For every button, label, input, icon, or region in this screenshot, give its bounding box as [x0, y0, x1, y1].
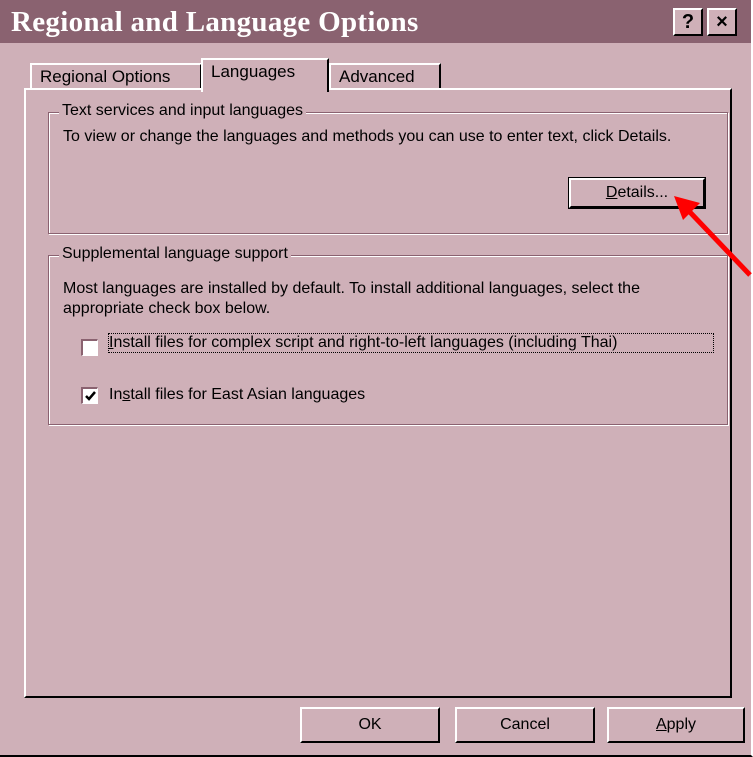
annotation-arrow-icon: [674, 196, 752, 277]
close-button[interactable]: ×: [707, 8, 737, 36]
tab-advanced[interactable]: Advanced: [329, 63, 441, 90]
tab-label: Regional Options: [40, 67, 171, 86]
east-asian-checkbox[interactable]: [81, 387, 98, 404]
east-asian-label[interactable]: Install files for East Asian languages: [109, 386, 365, 404]
cancel-button[interactable]: Cancel: [455, 707, 595, 743]
tab-label: Advanced: [339, 67, 415, 86]
group-legend: Text services and input languages: [59, 102, 307, 120]
supplemental-group: Supplemental language support Most langu…: [48, 245, 728, 425]
ok-button[interactable]: OK: [300, 707, 440, 743]
tab-strip: Regional Options Advanced Languages: [0, 58, 751, 92]
complex-script-label[interactable]: Install files for complex script and rig…: [108, 333, 714, 353]
complex-script-checkbox[interactable]: [81, 339, 98, 356]
tab-page-languages: Text services and input languages To vie…: [24, 88, 732, 698]
button-label: pply: [666, 716, 697, 733]
text-services-group: Text services and input languages To vie…: [48, 102, 728, 234]
button-label: Cancel: [500, 716, 550, 733]
dialog-window: Regional and Language Options ? × Region…: [0, 0, 753, 757]
tab-label: Languages: [211, 62, 296, 81]
mnemonic: A: [655, 716, 667, 733]
help-icon: ?: [681, 11, 695, 33]
close-icon: ×: [716, 11, 728, 33]
text-services-description: To view or change the languages and meth…: [63, 128, 672, 145]
title-bar[interactable]: Regional and Language Options ? ×: [0, 0, 751, 43]
mnemonic: D: [605, 184, 618, 201]
group-legend: Supplemental language support: [59, 245, 291, 263]
supplemental-description: Most languages are installed by default.…: [63, 280, 640, 317]
window-title: Regional and Language Options: [11, 6, 419, 38]
button-label: OK: [358, 716, 382, 733]
apply-button[interactable]: Apply: [607, 707, 745, 743]
help-button[interactable]: ?: [673, 8, 703, 36]
tab-languages[interactable]: Languages: [201, 58, 329, 92]
check-mark-icon: [85, 391, 96, 401]
tab-regional-options[interactable]: Regional Options: [30, 63, 202, 90]
